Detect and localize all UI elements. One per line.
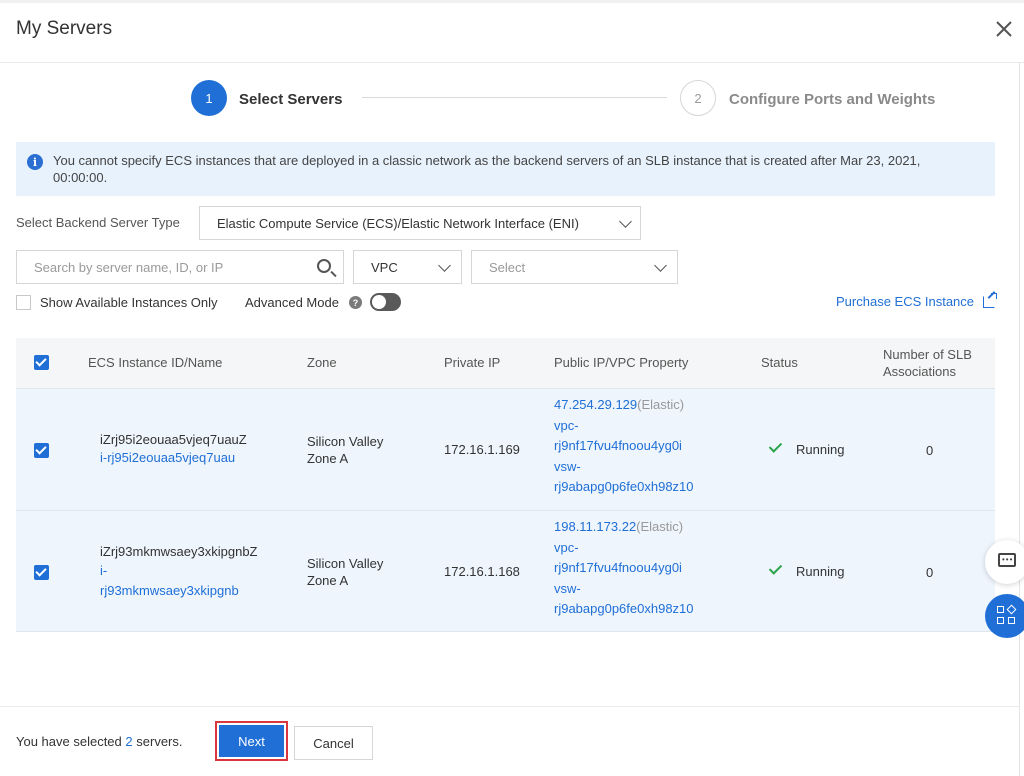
col-private-ip: Private IP: [444, 355, 501, 370]
dialog-title: My Servers: [16, 18, 113, 39]
instance-id-link[interactable]: i-rj95i2eouaa5vjeq7uau: [100, 449, 235, 466]
close-icon[interactable]: [993, 18, 1015, 40]
backend-type-label: Select Backend Server Type: [16, 215, 180, 230]
search-icon[interactable]: [317, 259, 331, 273]
info-icon: i: [27, 154, 43, 170]
vsw-prefix[interactable]: vsw-: [554, 579, 694, 600]
instance-id-link-cont[interactable]: rj93mkmwsaey3xkipgnb: [100, 582, 239, 599]
row-checkbox[interactable]: [34, 443, 49, 458]
zone-line1: Silicon Valley: [307, 434, 384, 449]
backend-type-value: Elastic Compute Service (ECS)/Elastic Ne…: [217, 216, 579, 231]
zone-line2: Zone A: [307, 573, 349, 588]
selected-prefix: You have selected: [16, 734, 122, 749]
help-icon[interactable]: ?: [349, 296, 362, 309]
vpc-prefix[interactable]: vpc-: [554, 538, 694, 559]
status-text: Running: [796, 442, 845, 457]
my-servers-dialog: My Servers 1 Select Servers 2 Configure …: [0, 0, 1024, 776]
select-all-checkbox[interactable]: [34, 355, 49, 370]
vpc-select-placeholder: Select: [489, 260, 526, 275]
purchase-ecs-link[interactable]: Purchase ECS Instance: [836, 294, 974, 309]
col-slb-associations: Number of SLB Associations: [883, 346, 972, 380]
public-ip-link[interactable]: 47.254.29.129: [554, 397, 637, 412]
slb-count: 0: [926, 443, 934, 458]
ip-type: (Elastic): [637, 397, 685, 412]
vpc-prefix[interactable]: vpc-: [554, 416, 694, 437]
vsw-id-link[interactable]: rj9abapg0p6fe0xh98z10: [554, 599, 694, 620]
instance-id-link[interactable]: i-: [100, 562, 107, 579]
apps-icon: [997, 606, 1004, 613]
backend-type-select[interactable]: Elastic Compute Service (ECS)/Elastic Ne…: [199, 206, 641, 240]
network-type-select[interactable]: VPC: [353, 250, 462, 284]
status-text: Running: [796, 564, 845, 579]
header-divider: [0, 62, 1024, 63]
apps-menu-button[interactable]: [985, 594, 1024, 638]
instance-name: iZrj95i2eouaa5vjeq7uauZ: [100, 432, 247, 447]
step-1-circle: 1: [191, 80, 227, 116]
right-edge: [1019, 62, 1020, 776]
zone-line2: Zone A: [307, 451, 349, 466]
advanced-mode-label: Advanced Mode: [245, 295, 339, 310]
apps-icon-part: [1006, 604, 1017, 615]
table-header: ECS Instance ID/Name Zone Private IP Pub…: [16, 338, 995, 388]
chevron-down-icon: [654, 259, 667, 272]
step-1-label: Select Servers: [239, 91, 343, 108]
vsw-id-link[interactable]: rj9abapg0p6fe0xh98z10: [554, 477, 694, 498]
step-2-circle: 2: [680, 80, 716, 116]
slb-count: 0: [926, 565, 934, 580]
selection-summary: You have selected 2 servers.: [16, 734, 183, 749]
zone-cell: Silicon Valley Zone A: [307, 433, 383, 467]
feedback-chat-button[interactable]: •••: [985, 540, 1024, 584]
chevron-down-icon: [619, 215, 632, 228]
external-link-icon[interactable]: [983, 293, 997, 308]
top-border: [0, 0, 1024, 3]
next-button[interactable]: Next: [219, 725, 284, 757]
cancel-button[interactable]: Cancel: [294, 726, 373, 760]
vpc-id-link[interactable]: rj9nf17fvu4fnoou4yg0i: [554, 436, 694, 457]
step-2-label: Configure Ports and Weights: [729, 91, 936, 108]
selected-suffix: servers.: [136, 734, 183, 749]
col-public-ip: Public IP/VPC Property: [554, 355, 689, 370]
next-button-highlight: Next: [215, 721, 288, 761]
vpc-select[interactable]: Select: [471, 250, 678, 284]
zone-cell: Silicon Valley Zone A: [307, 555, 383, 589]
public-ip-cell: 198.11.173.22(Elastic) vpc- rj9nf17fvu4f…: [554, 517, 694, 620]
step-connector: [362, 97, 667, 98]
private-ip: 172.16.1.169: [444, 442, 520, 457]
row-checkbox[interactable]: [34, 565, 49, 580]
running-check-icon: [768, 439, 783, 453]
public-ip-link[interactable]: 198.11.173.22: [554, 519, 636, 534]
table-row[interactable]: iZrj93mkmwsaey3xkipgnbZ i- rj93mkmwsaey3…: [16, 510, 995, 632]
apps-icon-part: [1008, 617, 1015, 624]
network-type-value: VPC: [371, 260, 398, 275]
ip-type: (Elastic): [636, 519, 684, 534]
col-instance: ECS Instance ID/Name: [88, 355, 223, 370]
toggle-knob: [372, 295, 386, 309]
apps-icon-part: [997, 617, 1004, 624]
chat-dots: •••: [1002, 555, 1014, 564]
table-row[interactable]: iZrj95i2eouaa5vjeq7uauZ i-rj95i2eouaa5vj…: [16, 388, 995, 510]
col-slb-line2: Associations: [883, 364, 956, 379]
col-zone: Zone: [307, 355, 337, 370]
public-ip-cell: 47.254.29.129(Elastic) vpc- rj9nf17fvu4f…: [554, 395, 694, 498]
selected-count: 2: [125, 734, 133, 749]
vsw-prefix[interactable]: vsw-: [554, 457, 694, 478]
col-slb-line1: Number of SLB: [883, 347, 972, 362]
search-input[interactable]: [17, 251, 307, 283]
available-only-label: Show Available Instances Only: [40, 295, 218, 310]
notice-text: You cannot specify ECS instances that ar…: [53, 153, 921, 185]
server-search: [16, 250, 344, 284]
chevron-down-icon: [438, 259, 451, 272]
running-check-icon: [768, 561, 783, 575]
private-ip: 172.16.1.168: [444, 564, 520, 579]
instance-name: iZrj93mkmwsaey3xkipgnbZ: [100, 544, 258, 559]
zone-line1: Silicon Valley: [307, 556, 384, 571]
footer-divider: [0, 706, 1019, 707]
classic-network-notice: i You cannot specify ECS instances that …: [16, 142, 995, 196]
available-only-checkbox[interactable]: [16, 295, 31, 310]
col-status: Status: [761, 355, 798, 370]
advanced-mode-toggle[interactable]: [370, 293, 401, 311]
vpc-id-link[interactable]: rj9nf17fvu4fnoou4yg0i: [554, 558, 694, 579]
